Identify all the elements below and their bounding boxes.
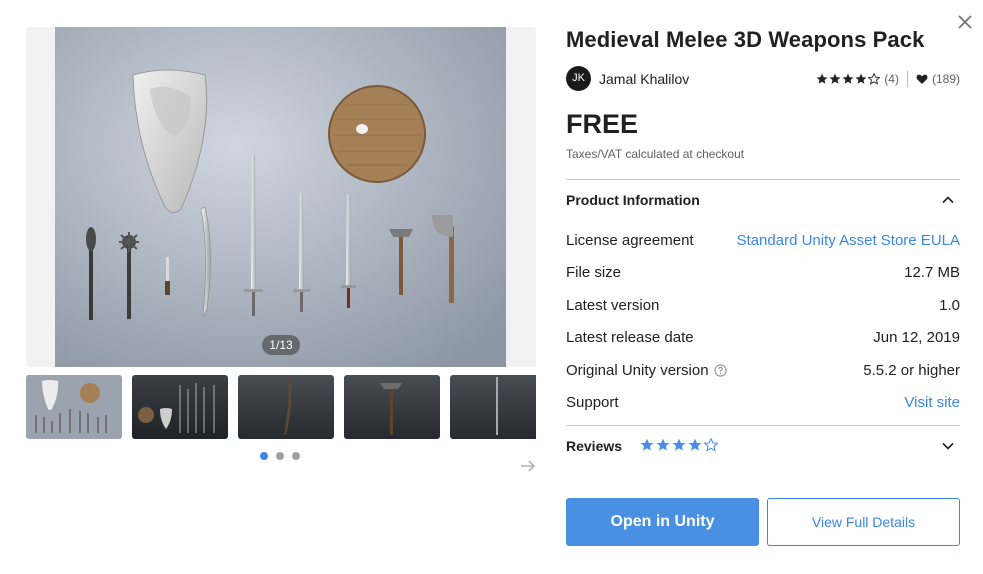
info-value: 5.5.2 or higher	[863, 362, 960, 379]
reviews-heading[interactable]: Reviews	[566, 438, 622, 454]
thumbnail-1[interactable]	[26, 375, 122, 439]
product-image-viewer[interactable]: 1/13	[26, 27, 536, 367]
author-name[interactable]: Jamal Khalilov	[599, 71, 689, 87]
info-label: Original Unity version	[566, 362, 709, 379]
heart-icon[interactable]	[916, 73, 928, 85]
star-outline-icon	[704, 438, 718, 452]
product-hero-image	[55, 27, 506, 367]
info-row-file-size: File size 12.7 MB	[566, 264, 960, 286]
open-in-unity-button[interactable]: Open in Unity	[566, 498, 759, 546]
help-circle-icon[interactable]	[713, 364, 727, 377]
thumbnail-3[interactable]	[238, 375, 334, 439]
info-row-release-date: Latest release date Jun 12, 2019	[566, 329, 960, 351]
view-full-details-button[interactable]: View Full Details	[767, 498, 960, 546]
info-label: Latest release date	[566, 329, 694, 346]
chevron-up-icon[interactable]	[940, 192, 956, 208]
avatar[interactable]: JK	[566, 66, 591, 91]
star-icon	[829, 73, 841, 84]
rating-count[interactable]: (4)	[884, 72, 899, 86]
image-page-counter: 1/13	[262, 335, 300, 355]
info-row-unity-version: Original Unity version 5.5.2 or higher	[566, 362, 960, 384]
product-info-heading[interactable]: Product Information	[566, 192, 700, 208]
star-outline-icon	[868, 73, 881, 85]
product-title: Medieval Melee 3D Weapons Pack	[566, 27, 925, 52]
star-icon	[688, 438, 702, 451]
reviews-rating-stars	[640, 438, 718, 452]
star-icon	[816, 73, 828, 84]
rating-summary: (4) (189)	[816, 71, 960, 87]
favorites-count: (189)	[931, 72, 960, 86]
pagination-dot-2[interactable]	[276, 452, 284, 460]
gallery-pagination	[260, 452, 300, 460]
arrow-right-icon[interactable]	[518, 456, 538, 476]
star-icon	[656, 438, 670, 451]
info-row-license: License agreement Standard Unity Asset S…	[566, 232, 960, 254]
thumbnail-strip	[26, 375, 536, 439]
tax-note: Taxes/VAT calculated at checkout	[566, 147, 745, 161]
rating-stars	[816, 73, 881, 85]
divider	[566, 425, 960, 426]
thumbnail-5[interactable]	[450, 375, 536, 439]
close-icon[interactable]	[955, 12, 975, 32]
info-label: License agreement	[566, 232, 694, 249]
info-row-latest-version: Latest version 1.0	[566, 297, 960, 319]
info-label: File size	[566, 264, 622, 281]
info-value: 1.0	[939, 297, 960, 314]
pagination-dot-3[interactable]	[292, 452, 300, 460]
thumbnail-4[interactable]	[344, 375, 440, 439]
star-icon	[672, 438, 686, 451]
price: FREE	[566, 109, 639, 139]
star-icon	[842, 73, 854, 84]
info-label-with-help: Original Unity version	[566, 362, 727, 379]
support-link[interactable]: Visit site	[904, 394, 960, 411]
info-value: Jun 12, 2019	[873, 329, 960, 346]
star-icon	[640, 438, 654, 451]
divider	[906, 71, 908, 87]
info-value: 12.7 MB	[904, 264, 960, 281]
divider	[566, 179, 960, 180]
info-row-support: Support Visit site	[566, 394, 960, 416]
chevron-down-icon[interactable]	[940, 438, 956, 454]
thumbnail-2[interactable]	[132, 375, 228, 439]
info-label: Latest version	[566, 297, 660, 314]
pagination-dot-1[interactable]	[260, 452, 268, 460]
star-icon	[855, 73, 867, 84]
license-link[interactable]: Standard Unity Asset Store EULA	[737, 232, 960, 249]
info-label: Support	[566, 394, 619, 411]
